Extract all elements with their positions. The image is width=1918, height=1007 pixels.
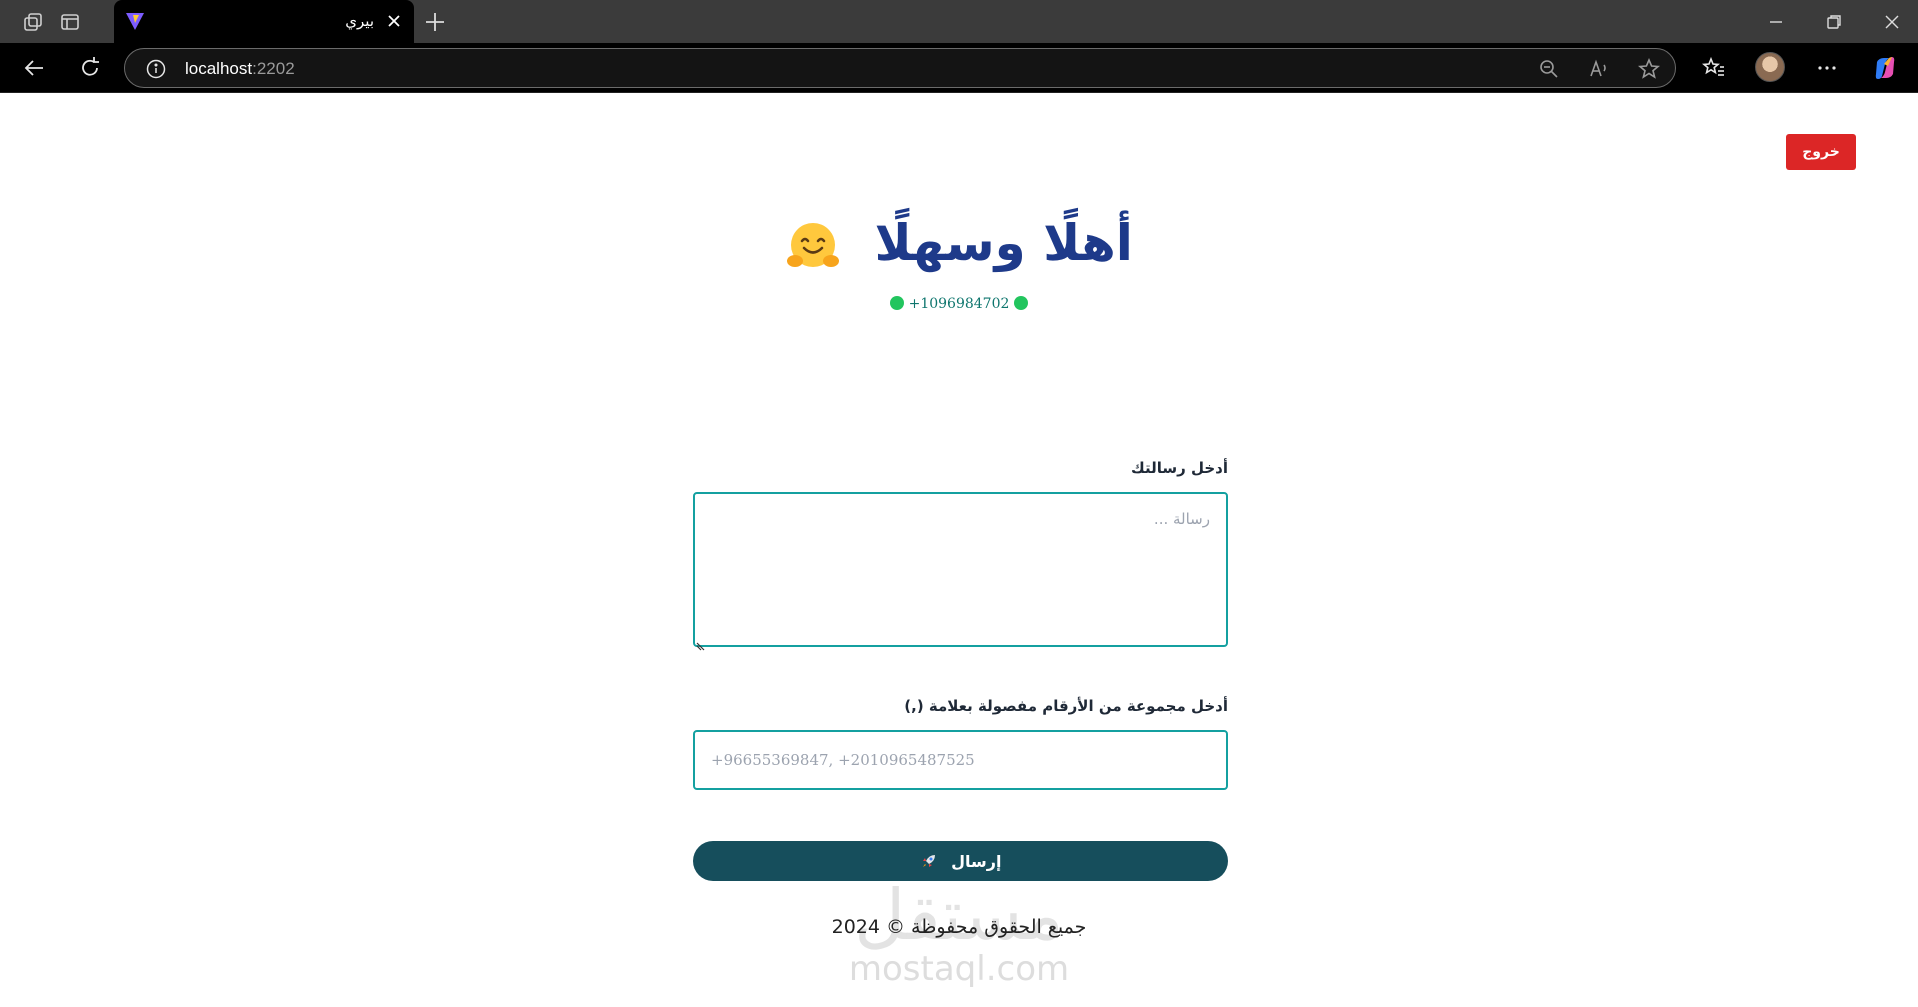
refresh-icon[interactable] — [76, 54, 104, 82]
page-title: أهلًا وسهلًا — [0, 214, 1918, 275]
connected-phone-row: +1096984702 — [0, 296, 1918, 312]
vite-logo-icon — [124, 10, 146, 32]
page-body: خروج أهلًا وسهلًا +1096984702 أدخل رسالت… — [0, 94, 1918, 1007]
numbers-label: أدخل مجموعة من الأرقام مفصولة بعلامة (,) — [904, 697, 1228, 715]
message-textarea[interactable] — [693, 492, 1228, 647]
phone-numbers-input[interactable] — [693, 730, 1228, 790]
url-host: localhost — [185, 59, 253, 78]
hugging-face-emoji-icon — [785, 219, 841, 275]
favorite-star-icon[interactable] — [1637, 57, 1661, 81]
status-dot-icon — [889, 296, 904, 310]
minimize-icon[interactable] — [1762, 8, 1790, 36]
watermark-english: mostaql.com — [848, 949, 1070, 989]
copyright-text: جميع الحقوق محفوظة © 2024 — [831, 916, 1087, 938]
browser-toolbar: localhost:2202 — [0, 43, 1918, 93]
browser-tab-bar: بيري — [0, 0, 1918, 43]
status-dot-icon — [1014, 296, 1029, 310]
site-info-icon[interactable] — [145, 58, 167, 80]
rocket-icon — [920, 852, 938, 870]
address-bar[interactable]: localhost:2202 — [124, 48, 1676, 88]
read-aloud-icon[interactable] — [1587, 57, 1611, 81]
tab-title: بيري — [345, 12, 374, 30]
footer: مستقل mostaql.com جميع الحقوق محفوظة © 2… — [0, 874, 1918, 994]
send-button-label: إرسال — [951, 851, 1002, 871]
restore-icon[interactable] — [1820, 8, 1848, 36]
workspaces-icon[interactable] — [20, 9, 46, 35]
connected-phone-number: +1096984702 — [908, 296, 1010, 312]
zoom-out-icon[interactable] — [1537, 57, 1561, 81]
close-window-icon[interactable] — [1878, 8, 1906, 36]
tab-actions-icon[interactable] — [57, 9, 83, 35]
resize-handle-icon[interactable] — [696, 636, 706, 651]
profile-avatar[interactable] — [1755, 52, 1785, 82]
copilot-icon[interactable] — [1871, 54, 1899, 82]
more-menu-icon[interactable] — [1813, 54, 1841, 82]
url-text[interactable]: localhost:2202 — [185, 59, 295, 79]
url-port: :2202 — [252, 59, 295, 78]
close-tab-icon[interactable] — [384, 11, 404, 31]
new-tab-icon[interactable] — [422, 9, 448, 35]
watermark-arabic: مستقل — [854, 874, 1064, 956]
logout-button[interactable]: خروج — [1786, 134, 1856, 170]
back-arrow-icon[interactable] — [20, 54, 48, 82]
welcome-title-text: أهلًا وسهلًا — [874, 214, 1133, 272]
message-label: أدخل رسالتك — [1130, 459, 1228, 477]
favorites-icon[interactable] — [1700, 54, 1728, 82]
browser-tab-active[interactable]: بيري — [114, 0, 414, 43]
